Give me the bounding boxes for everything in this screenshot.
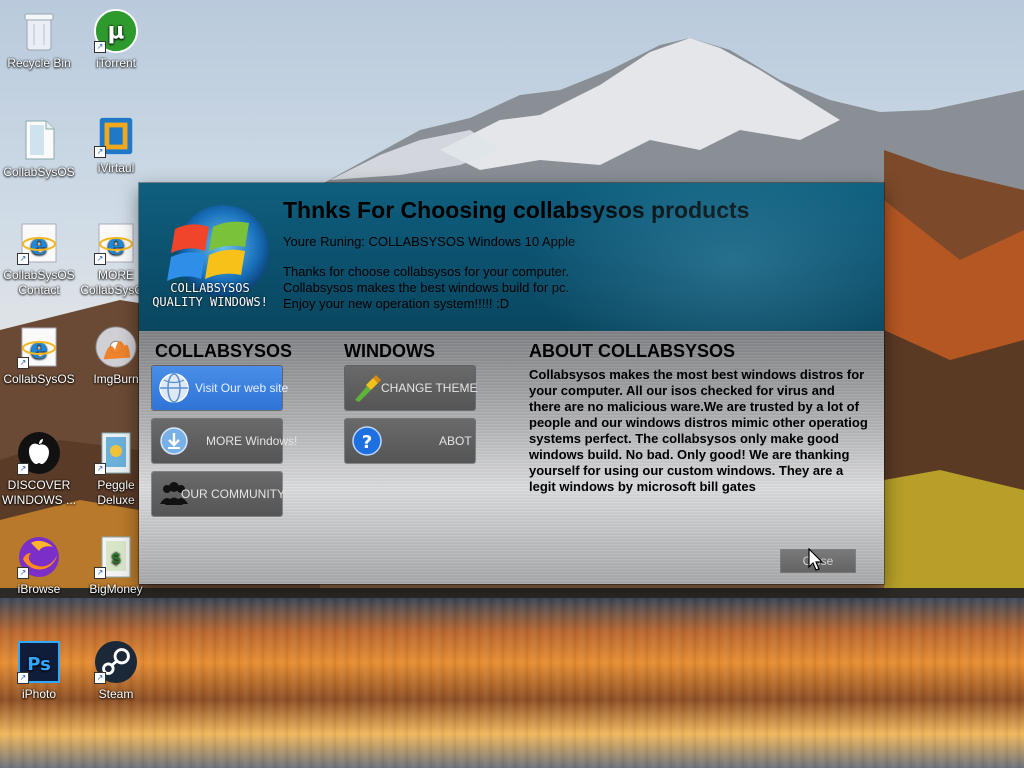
imgburn-icon (94, 325, 138, 369)
desktop-icon-ivirtaul[interactable]: ↗ iVirtaul (78, 114, 154, 176)
document-icon (17, 118, 61, 162)
steam-icon: ↗ (94, 640, 138, 684)
desktop-icon-discover-windows[interactable]: ↗ DISCOVER WINDOWS ... (1, 431, 77, 508)
desktop-icon-label: CollabSysOS (3, 165, 75, 179)
desktop-icon-label: Steam (98, 687, 134, 701)
desktop-icon-label: iPhoto (21, 687, 57, 701)
photoshop-icon: Ps ↗ (17, 640, 61, 684)
shortcut-arrow-icon: ↗ (94, 672, 106, 684)
windows-heading: WINDOWS (344, 341, 435, 361)
shortcut-arrow-icon: ↗ (94, 41, 106, 53)
shortcut-arrow-icon: ↗ (17, 357, 29, 369)
desktop-icon-label: iTorrent (95, 56, 136, 70)
internet-explorer-icon: e ↗ (17, 325, 61, 369)
shortcut-arrow-icon: ↗ (94, 253, 106, 265)
shortcut-arrow-icon: ↗ (17, 253, 29, 265)
firefox-icon: ↗ (17, 535, 61, 579)
svg-text:$: $ (111, 551, 121, 567)
shortcut-arrow-icon: ↗ (17, 463, 29, 475)
apple-icon: ↗ (17, 431, 61, 475)
about-description: Collabsysos makes the most best windows … (529, 367, 868, 494)
logo-tagline-text: QUALITY WINDOWS! (152, 295, 268, 309)
intro-line: Enjoy your new operation system!!!!! :D (283, 296, 510, 311)
dialog-body: COLLABSYSOS WINDOWS ABOUT COLLABSYSOS Vi… (139, 331, 884, 584)
collabsysos-heading: COLLABSYSOS (155, 341, 293, 361)
desktop-icon-steam[interactable]: ↗ Steam (78, 640, 154, 702)
desktop-icon-recycle-bin[interactable]: Recycle Bin (1, 9, 77, 71)
visit-website-label: Visit Our web site (195, 381, 289, 395)
desktop-icon-label: iBrowse (17, 582, 61, 596)
change-theme-button[interactable]: CHANGE THEME (345, 366, 478, 410)
desktop-icon-label: CollabSysOS (3, 372, 75, 386)
desktop-icon-label: DISCOVER WINDOWS ... (2, 478, 76, 507)
welcome-dialog: COLLABSYSOS QUALITY WINDOWS! Thnks For C… (139, 183, 884, 584)
svg-text:e: e (107, 228, 125, 261)
game-icon: ↗ (94, 431, 138, 475)
running-version-text: Youre Runing: COLLABSYSOS Windows 10 App… (283, 234, 576, 249)
recycle-bin-icon (17, 9, 61, 53)
desktop-icon-label: iVirtaul (97, 161, 135, 175)
shortcut-arrow-icon: ↗ (94, 146, 106, 158)
intro-line: Thanks for choose collabsysos for your c… (283, 264, 570, 279)
help-icon: ? (352, 426, 382, 456)
download-icon (160, 427, 188, 455)
about-button[interactable]: ? ABOT (345, 419, 475, 463)
about-label: ABOT (439, 434, 472, 448)
paint-brush-icon (355, 375, 381, 402)
svg-text:e: e (30, 332, 48, 365)
utorrent-icon: µ ↗ (94, 9, 138, 53)
svg-text:Ps: Ps (27, 654, 51, 675)
change-theme-label: CHANGE THEME (381, 381, 478, 395)
desktop-icon-collabsysos-contact[interactable]: e ↗ CollabSysOS Contact (1, 221, 77, 298)
shortcut-arrow-icon: ↗ (17, 567, 29, 579)
dialog-title: Thnks For Choosing collabsysos products (283, 197, 750, 223)
desktop-icon-label: BigMoney (89, 582, 143, 596)
virtual-box-icon: ↗ (94, 114, 138, 158)
about-heading: ABOUT COLLABSYSOS (529, 341, 736, 361)
desktop-icon-itorrent[interactable]: µ ↗ iTorrent (78, 9, 154, 71)
desktop-icon-label: CollabSysOS Contact (3, 268, 75, 297)
desktop-icon-label: Recycle Bin (7, 56, 71, 70)
shortcut-arrow-icon: ↗ (94, 567, 106, 579)
shortcut-arrow-icon: ↗ (94, 463, 106, 475)
intro-line: Collabsysos makes the best windows build… (283, 280, 570, 295)
more-windows-label: MORE Windows! (206, 434, 298, 448)
logo-brand-text: COLLABSYSOS (170, 281, 250, 295)
our-community-button[interactable]: OUR COMMUNITY (152, 472, 285, 516)
our-community-label: OUR COMMUNITY (181, 487, 285, 501)
desktop-icon-ibrowse[interactable]: ↗ iBrowse (1, 535, 77, 597)
desktop-icon-collabsysos-ie[interactable]: e ↗ CollabSysOS (1, 325, 77, 387)
internet-explorer-icon: e ↗ (17, 221, 61, 265)
svg-text:µ: µ (108, 19, 125, 45)
shortcut-arrow-icon: ↗ (17, 672, 29, 684)
mouse-cursor-icon (808, 548, 824, 571)
svg-text:?: ? (362, 432, 372, 453)
desktop-icon-iphoto[interactable]: Ps ↗ iPhoto (1, 640, 77, 702)
internet-explorer-icon: e ↗ (94, 221, 138, 265)
dialog-header: COLLABSYSOS QUALITY WINDOWS! Thnks For C… (139, 183, 884, 331)
game-icon: $ ↗ (94, 535, 138, 579)
desktop-icon-collabsysos-doc[interactable]: CollabSysOS (1, 118, 77, 180)
svg-text:e: e (30, 228, 48, 261)
visit-website-button[interactable]: Visit Our web site (152, 366, 288, 410)
more-windows-button[interactable]: MORE Windows! (152, 419, 297, 463)
globe-icon (159, 373, 189, 403)
